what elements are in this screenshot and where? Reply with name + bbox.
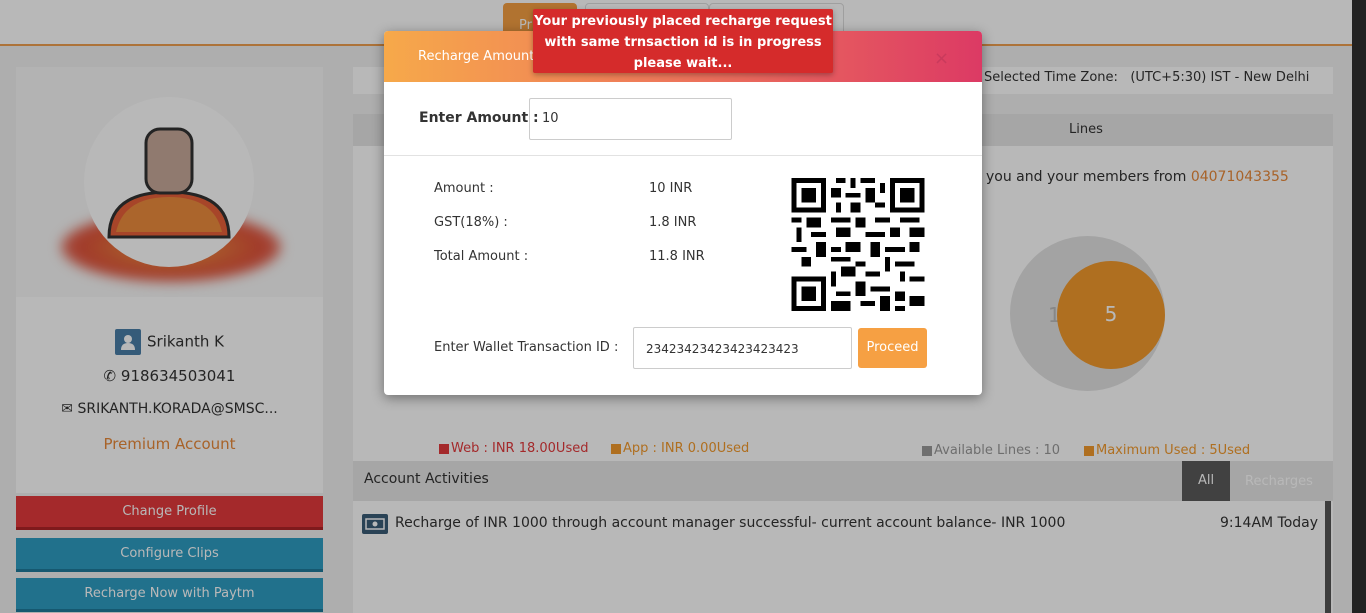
amount-row-label: Amount : [434, 181, 494, 196]
total-row-label: Total Amount : [434, 249, 529, 264]
proceed-button[interactable]: Proceed [858, 328, 927, 368]
modal-title: Recharge Amount [418, 49, 535, 64]
close-icon[interactable]: × [934, 50, 949, 68]
amount-row-value: 10 INR [649, 181, 693, 196]
toast-line-2: with same trnsaction id is in progress [544, 35, 822, 50]
qr-code-icon [791, 178, 925, 311]
window-edge [1352, 0, 1366, 613]
transaction-id-input[interactable]: 23423423423423423423 [633, 327, 852, 369]
toast-line-3: please wait... [633, 56, 733, 71]
modal-divider [384, 155, 982, 156]
amount-input[interactable]: 10 [529, 98, 732, 140]
gst-row-label: GST(18%) : [434, 215, 508, 230]
transaction-id-label: Enter Wallet Transaction ID : [434, 340, 619, 355]
recharge-modal: Recharge Amount × Enter Amount : 10 Amou… [384, 31, 982, 395]
total-row-value: 11.8 INR [649, 249, 705, 264]
error-toast: Your previously placed recharge request … [533, 9, 833, 73]
amount-label: Enter Amount : [419, 110, 539, 126]
toast-line-1: Your previously placed recharge request [534, 14, 832, 29]
gst-row-value: 1.8 INR [649, 215, 697, 230]
